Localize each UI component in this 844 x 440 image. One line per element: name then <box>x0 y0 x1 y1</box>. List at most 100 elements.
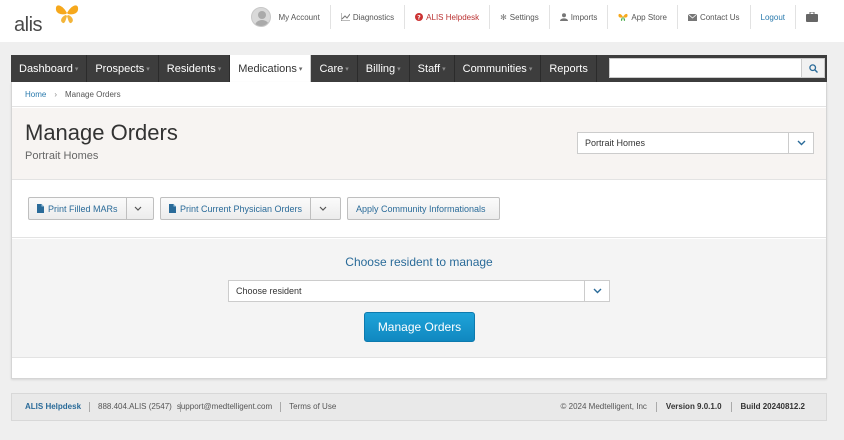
my-account-label: My Account <box>278 12 320 22</box>
search-input[interactable] <box>609 58 801 78</box>
diagnostics-label: Diagnostics <box>352 12 395 22</box>
apply-informationals-label: Apply Community Informationals <box>356 203 486 214</box>
breadcrumb-chevron-icon: › <box>54 89 58 99</box>
alis-logo[interactable]: alis <box>14 2 84 38</box>
chevron-down-icon <box>134 206 142 211</box>
nav-medications[interactable]: Medications ▾ <box>230 55 312 82</box>
print-mars-label: Print Filled MARs <box>48 203 118 214</box>
resident-chooser: Choose resident to manage Choose residen… <box>12 239 826 358</box>
breadcrumb-current: Manage Orders <box>65 89 121 99</box>
nav-care[interactable]: Care ▾ <box>311 55 358 82</box>
breadcrumb: Home › Manage Orders <box>12 82 826 107</box>
nav-prospects[interactable]: Prospects ▾ <box>87 55 159 82</box>
search-button[interactable] <box>801 58 825 78</box>
chooser-title: Choose resident to manage <box>345 255 493 269</box>
upload-icon <box>559 13 568 21</box>
nav-billing[interactable]: Billing ▾ <box>358 55 410 82</box>
my-account-link[interactable]: My Account <box>241 5 331 29</box>
gear-icon: ✻ <box>500 12 507 22</box>
nav-residents-label: Residents <box>166 62 216 75</box>
chevron-down-icon: ▾ <box>74 65 79 73</box>
community-select[interactable]: Portrait Homes <box>577 132 814 154</box>
svg-text:?: ? <box>417 14 421 21</box>
footer-email[interactable]: support@medtelligent.com <box>177 402 282 412</box>
nav-communities-label: Communities <box>462 62 527 75</box>
butterfly-icon <box>618 13 628 21</box>
nav-staff-label: Staff <box>417 62 441 75</box>
chevron-down-icon: ▾ <box>146 65 150 73</box>
nav-reports-label: Reports <box>549 62 588 75</box>
imports-label: Imports <box>570 12 598 22</box>
chart-icon <box>340 13 350 21</box>
diagnostics-link[interactable]: Diagnostics <box>331 5 406 29</box>
print-mars-button-group: Print Filled MARs <box>28 197 154 220</box>
page-subtitle: Portrait Homes <box>25 150 99 162</box>
nav-prospects-label: Prospects <box>95 62 145 75</box>
nav-dashboard[interactable]: Dashboard ▾ <box>11 55 88 82</box>
contact-us-link[interactable]: Contact Us <box>678 5 751 29</box>
chevron-down-icon: ▾ <box>298 65 303 73</box>
chevron-down-icon: ▾ <box>442 65 446 73</box>
nav-residents[interactable]: Residents ▾ <box>159 55 231 82</box>
print-orders-label: Print Current Physician Orders <box>180 203 303 214</box>
manage-orders-button[interactable]: Manage Orders <box>364 312 475 342</box>
settings-link[interactable]: ✻ Settings <box>490 5 550 29</box>
alis-helpdesk-label: ALIS Helpdesk <box>426 12 480 22</box>
settings-label: Settings <box>509 12 539 22</box>
main-nav: Dashboard ▾ Prospects ▾ Residents ▾ Medicat… <box>11 55 827 82</box>
footer: ALIS Helpdesk 888.404.ALIS (2547) suppor… <box>11 393 827 421</box>
app-store-label: App Store <box>631 12 667 22</box>
main-panel: Home › Manage Orders Manage Orders Portr… <box>11 82 827 379</box>
footer-right: © 2024 Medtelligent, Inc Version 9.0.1.0… <box>552 402 805 412</box>
print-mars-button[interactable]: Print Filled MARs <box>29 198 126 219</box>
chevron-down-icon <box>593 288 601 294</box>
page-title: Manage Orders <box>25 120 178 145</box>
chevron-down-icon <box>797 140 805 146</box>
help-icon: ? <box>415 13 424 21</box>
logo-text: alis <box>14 14 43 36</box>
top-header: alis My Account Diagnostics ? ALIS Helpd… <box>0 0 844 42</box>
document-icon <box>169 204 176 213</box>
print-mars-dropdown[interactable] <box>125 198 150 219</box>
nav-staff[interactable]: Staff ▾ <box>410 55 455 82</box>
imports-link[interactable]: Imports <box>550 5 609 29</box>
chevron-down-icon <box>319 206 326 211</box>
title-bar: Manage Orders Portrait Homes Portrait Ho… <box>12 108 826 180</box>
chevron-down-icon: ▾ <box>528 65 533 73</box>
resident-select-value: Choose resident <box>236 286 302 296</box>
nav-dashboard-label: Dashboard <box>19 62 73 75</box>
user-avatar-icon <box>251 7 272 27</box>
footer-copyright: © 2024 Medtelligent, Inc <box>552 402 657 412</box>
logout-label: Logout <box>760 12 785 22</box>
logout-link[interactable]: Logout <box>751 5 796 29</box>
alis-helpdesk-link[interactable]: ? ALIS Helpdesk <box>405 5 491 29</box>
contact-us-label: Contact Us <box>699 12 740 22</box>
top-links: My Account Diagnostics ? ALIS Helpdesk ✻… <box>241 0 828 34</box>
nav-care-label: Care <box>319 62 344 75</box>
app-store-link[interactable]: App Store <box>608 5 678 29</box>
footer-helpdesk-link[interactable]: ALIS Helpdesk <box>25 402 91 412</box>
briefcase-icon <box>806 12 818 22</box>
nav-billing-label: Billing <box>365 62 396 75</box>
print-orders-button-group: Print Current Physician Orders <box>160 197 341 220</box>
nav-search <box>609 58 825 78</box>
resident-dropdown-toggle[interactable] <box>584 281 609 301</box>
footer-left: ALIS Helpdesk 888.404.ALIS (2547) suppor… <box>12 402 344 412</box>
chevron-down-icon: ▾ <box>217 65 222 73</box>
footer-build: Build 20240812.2 <box>740 402 805 411</box>
community-dropdown-toggle[interactable] <box>788 133 813 153</box>
print-orders-dropdown[interactable] <box>310 198 334 219</box>
briefcase-link[interactable] <box>796 5 828 29</box>
print-orders-button[interactable]: Print Current Physician Orders <box>161 198 310 219</box>
apply-informationals-button[interactable]: Apply Community Informationals <box>347 197 500 220</box>
breadcrumb-home[interactable]: Home <box>25 90 46 99</box>
search-icon <box>808 63 818 73</box>
document-icon <box>37 204 44 213</box>
envelope-icon <box>687 13 697 21</box>
community-select-value: Portrait Homes <box>585 138 646 148</box>
nav-reports[interactable]: Reports <box>541 55 597 82</box>
action-row: Print Filled MARs Print Current Physicia… <box>12 181 826 238</box>
nav-communities[interactable]: Communities ▾ <box>455 55 542 82</box>
footer-terms-link[interactable]: Terms of Use <box>281 402 344 412</box>
resident-select[interactable]: Choose resident <box>228 280 610 302</box>
